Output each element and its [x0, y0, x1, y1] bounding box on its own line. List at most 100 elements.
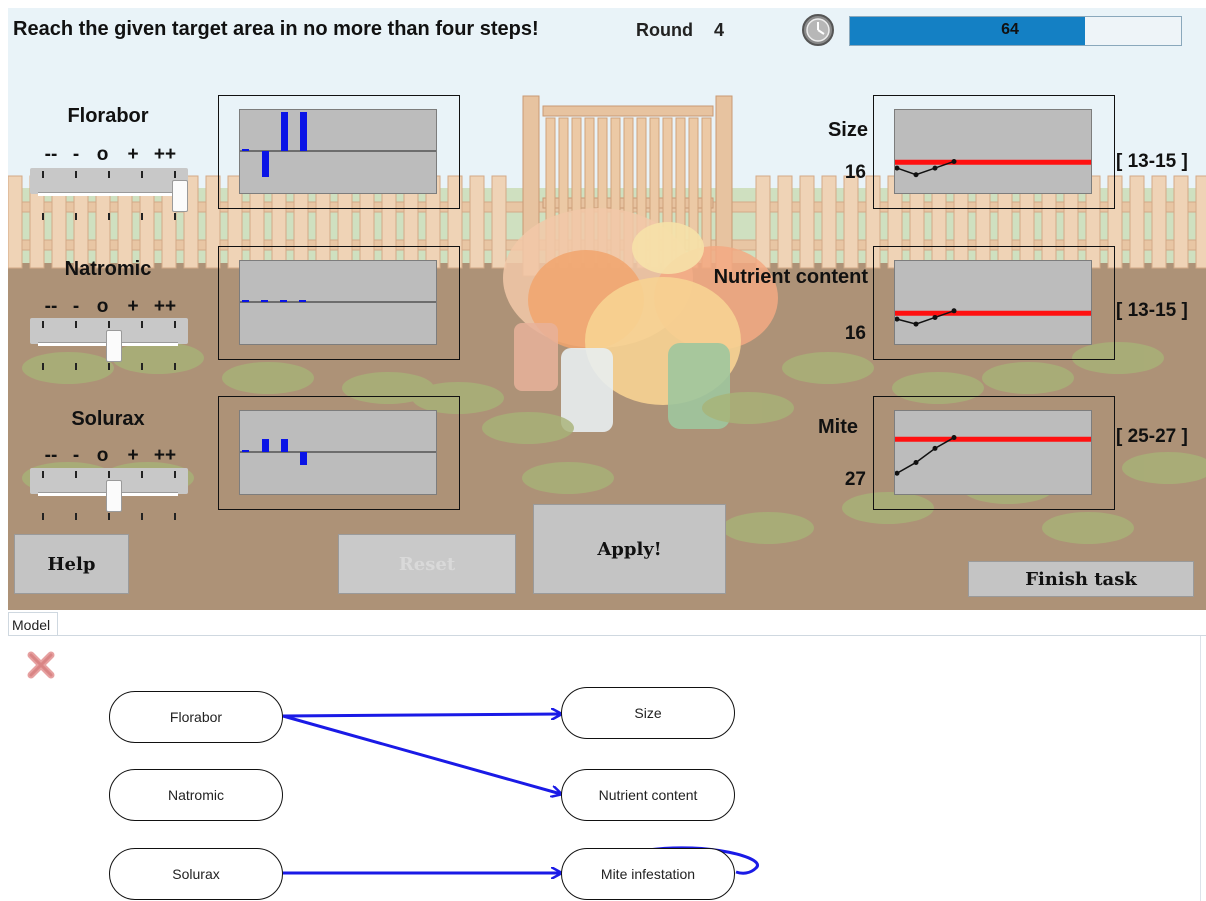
- history-bar: [242, 300, 249, 302]
- scale-marks: -- - o + ++: [36, 144, 183, 166]
- history-bars: [240, 300, 436, 303]
- round-label: Round: [636, 20, 693, 40]
- input-label: Florabor: [67, 105, 149, 127]
- model-tab[interactable]: Model: [8, 612, 58, 636]
- slider-thumb[interactable]: [106, 480, 122, 512]
- slider-tick: [141, 321, 143, 328]
- slider-tick: [42, 471, 44, 478]
- scale-mark: --: [44, 144, 58, 165]
- input-label: Natromic: [64, 258, 152, 280]
- model-node-nutrient[interactable]: Nutrient content: [561, 769, 735, 821]
- trend-point: [913, 172, 919, 178]
- scale-mark: -: [72, 445, 80, 466]
- output-plot: [894, 410, 1092, 495]
- slider-tick: [174, 213, 176, 220]
- trend-line: [896, 436, 955, 474]
- scale-mark: ++: [153, 296, 177, 317]
- trend-point: [951, 308, 957, 314]
- scale-mark: -: [72, 296, 80, 317]
- history-bar: [262, 439, 269, 452]
- scale-mark: --: [44, 296, 58, 317]
- task-scene: Reach the given target area in no more t…: [8, 8, 1206, 610]
- florabor-slider[interactable]: [30, 168, 188, 223]
- edge-florabor-nutrient[interactable]: [282, 714, 561, 794]
- history-bar: [280, 300, 287, 302]
- slider-ticks-bottom: [42, 213, 182, 221]
- scale-mark: ++: [153, 144, 177, 165]
- model-tab-label: Model: [12, 617, 51, 633]
- history-bar: [281, 439, 288, 452]
- scale-mark: --: [44, 445, 58, 466]
- size-output-panel: [873, 95, 1115, 209]
- history-plot: [239, 109, 437, 194]
- scale-marks: -- - o + ++: [36, 296, 183, 318]
- output-value-mite: 27: [844, 469, 866, 490]
- scale-mark: o: [96, 296, 109, 317]
- slider-ticks-top: [42, 171, 182, 179]
- trend-point: [894, 165, 900, 171]
- mite-output-panel: [873, 396, 1115, 510]
- trend-point: [951, 435, 957, 441]
- trend-point: [932, 445, 938, 451]
- history-bars: [240, 112, 436, 177]
- task-instruction: Reach the given target area in no more t…: [13, 18, 539, 40]
- clock-icon: [802, 14, 834, 46]
- history-bar: [262, 151, 269, 177]
- slider-ticks-top: [42, 471, 182, 479]
- slider-tick: [174, 471, 176, 478]
- slider-thumb[interactable]: [172, 180, 188, 212]
- slider-tick: [174, 363, 176, 370]
- slider-tick: [141, 513, 143, 520]
- trend-point: [951, 158, 957, 164]
- slider-tick: [174, 171, 176, 178]
- natromic-slider[interactable]: [30, 318, 188, 373]
- model-node-florabor[interactable]: Florabor: [109, 691, 283, 743]
- solurax-slider[interactable]: [30, 468, 188, 523]
- scale-mark: -: [72, 144, 80, 165]
- edge-florabor-size[interactable]: [282, 714, 561, 716]
- output-plot: [894, 260, 1092, 345]
- history-bar: [300, 112, 307, 151]
- model-node-size[interactable]: Size: [561, 687, 735, 739]
- trend-point: [932, 314, 938, 320]
- timer-value: 64: [1001, 21, 1019, 38]
- target-range-mite: [ 25-27 ]: [1116, 426, 1188, 447]
- output-value-nutrient: 16: [844, 323, 866, 344]
- apply-button[interactable]: Apply!: [533, 504, 726, 594]
- output-trend: [894, 158, 1091, 178]
- history-plot: [239, 260, 437, 345]
- model-node-natromic[interactable]: Natromic: [109, 769, 283, 821]
- scale-mark: ++: [153, 445, 177, 466]
- output-label-nutrient: Nutrient content: [713, 266, 868, 288]
- slider-thumb[interactable]: [106, 330, 122, 362]
- scale-marks: -- - o + ++: [36, 445, 183, 467]
- florabor-history-panel: [218, 95, 460, 209]
- reset-button[interactable]: Reset: [338, 534, 516, 594]
- slider-tick: [141, 171, 143, 178]
- model-node-mite[interactable]: Mite infestation: [561, 848, 735, 900]
- help-button[interactable]: Help: [14, 534, 129, 594]
- slider-tick: [108, 321, 110, 328]
- scale-mark: o: [96, 445, 109, 466]
- slider-tick: [108, 363, 110, 370]
- finish-task-button[interactable]: Finish task: [968, 561, 1194, 597]
- slider-tick: [141, 363, 143, 370]
- slider-tick: [42, 321, 44, 328]
- slider-tick: [42, 171, 44, 178]
- output-trend: [894, 308, 1091, 327]
- slider-tick: [108, 213, 110, 220]
- history-bar: [281, 112, 288, 151]
- history-bars: [240, 439, 436, 465]
- model-node-solurax[interactable]: Solurax: [109, 848, 283, 900]
- slider-tick: [108, 513, 110, 520]
- history-bar: [299, 300, 306, 302]
- history-bar: [261, 300, 268, 302]
- scale-mark: +: [127, 144, 139, 165]
- nutrient-output-panel: [873, 246, 1115, 360]
- scale-mark: o: [96, 144, 109, 165]
- slider-tick: [141, 213, 143, 220]
- slider-tick: [108, 171, 110, 178]
- slider-tick: [75, 363, 77, 370]
- slider-tick: [75, 171, 77, 178]
- slider-tick: [108, 471, 110, 478]
